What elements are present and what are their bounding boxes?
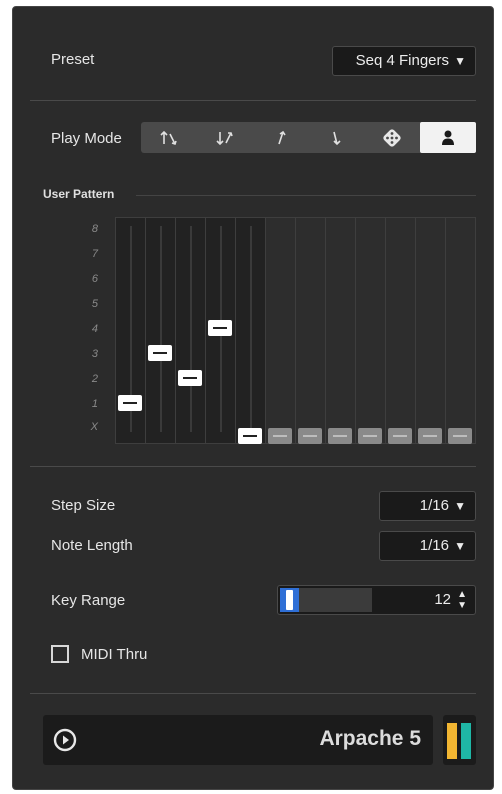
output-meters (443, 715, 476, 765)
meter-right (461, 723, 471, 759)
pattern-step-9[interactable] (356, 218, 386, 444)
step-handle[interactable] (418, 428, 442, 444)
pattern-step-8[interactable] (326, 218, 356, 444)
step-size-value: 1/16 (419, 497, 449, 514)
note-length-dropdown[interactable]: 1/16 ▼ (379, 531, 476, 561)
step-track (190, 226, 192, 432)
arrow-down-icon (333, 131, 341, 145)
y-label-5: 5 (91, 298, 98, 310)
note-length-value: 1/16 (419, 537, 449, 554)
step-handle[interactable] (238, 428, 262, 444)
preset-dropdown[interactable]: Seq 4 Fingers ▼ (332, 46, 476, 76)
preset-value: Seq 4 Fingers (355, 52, 449, 69)
pattern-step-11[interactable] (416, 218, 446, 444)
step-handle[interactable] (388, 428, 412, 444)
pattern-step-6[interactable] (266, 218, 296, 444)
step-track (160, 226, 162, 432)
step-handle[interactable] (178, 370, 202, 386)
chevron-down-icon: ▼ (454, 499, 466, 513)
pattern-step-12[interactable] (446, 218, 476, 444)
y-label-4: 4 (91, 323, 98, 335)
midi-thru-label: MIDI Thru (81, 646, 148, 663)
play-mode-selector (141, 122, 476, 153)
play-mode-label: Play Mode (51, 130, 122, 147)
note-length-label: Note Length (51, 537, 133, 554)
step-size-label: Step Size (51, 497, 116, 514)
user-pattern-grid (115, 217, 476, 444)
step-handle[interactable] (328, 428, 352, 444)
play-mode-user-button[interactable] (420, 122, 476, 153)
pattern-step-7[interactable] (296, 218, 326, 444)
footer-bar: Arpache 5 (43, 715, 433, 765)
play-mode-down-up-button[interactable] (197, 122, 253, 153)
play-mode-down-button[interactable] (308, 122, 364, 153)
step-handle[interactable] (118, 395, 142, 411)
play-mode-up-button[interactable] (253, 122, 309, 153)
plugin-title: Arpache 5 (319, 727, 421, 750)
key-range-value[interactable]: 12 (434, 586, 451, 614)
pattern-step-2[interactable] (146, 218, 176, 443)
pattern-step-1[interactable] (116, 218, 146, 443)
key-range-label: Key Range (51, 592, 126, 609)
key-range-handle[interactable] (286, 590, 293, 610)
y-label-2: 2 (91, 373, 98, 385)
step-handle[interactable] (298, 428, 322, 444)
pattern-step-4[interactable] (206, 218, 236, 443)
y-label-7: 7 (91, 248, 98, 260)
divider (30, 466, 476, 467)
arrow-up-icon (277, 130, 286, 144)
y-label-8: 8 (91, 223, 98, 235)
midi-thru-checkbox[interactable] (51, 645, 69, 663)
y-label-1: 1 (91, 398, 98, 410)
down-up-arrows-icon (216, 131, 233, 145)
step-handle[interactable] (148, 345, 172, 361)
chevron-down-icon: ▼ (454, 539, 466, 553)
play-mode-random-button[interactable] (364, 122, 420, 153)
step-handle[interactable] (268, 428, 292, 444)
user-pattern-title: User Pattern (43, 187, 115, 201)
step-track (250, 226, 252, 432)
dice-icon (383, 128, 401, 147)
y-label-x: X (90, 421, 98, 433)
play-circle-icon[interactable] (53, 728, 77, 752)
step-handle[interactable] (208, 320, 232, 336)
play-mode-up-down-button[interactable] (141, 122, 197, 153)
y-label-6: 6 (91, 273, 98, 285)
divider (30, 100, 476, 101)
step-size-dropdown[interactable]: 1/16 ▼ (379, 491, 476, 521)
y-label-3: 3 (91, 348, 98, 360)
user-icon (442, 130, 455, 145)
pattern-step-10[interactable] (386, 218, 416, 444)
key-range-control: 12 ▲ ▼ (277, 585, 476, 615)
step-handle[interactable] (358, 428, 382, 444)
pattern-step-3[interactable] (176, 218, 206, 443)
chevron-down-icon: ▼ (454, 54, 466, 68)
user-pattern-rule (136, 195, 476, 196)
preset-label: Preset (51, 51, 95, 68)
step-handle[interactable] (448, 428, 472, 444)
up-down-arrows-icon (160, 130, 177, 145)
meter-left (447, 723, 457, 759)
pattern-step-5[interactable] (236, 218, 266, 444)
divider (30, 693, 476, 694)
spinner-arrows-icon[interactable]: ▲ ▼ (457, 589, 467, 611)
